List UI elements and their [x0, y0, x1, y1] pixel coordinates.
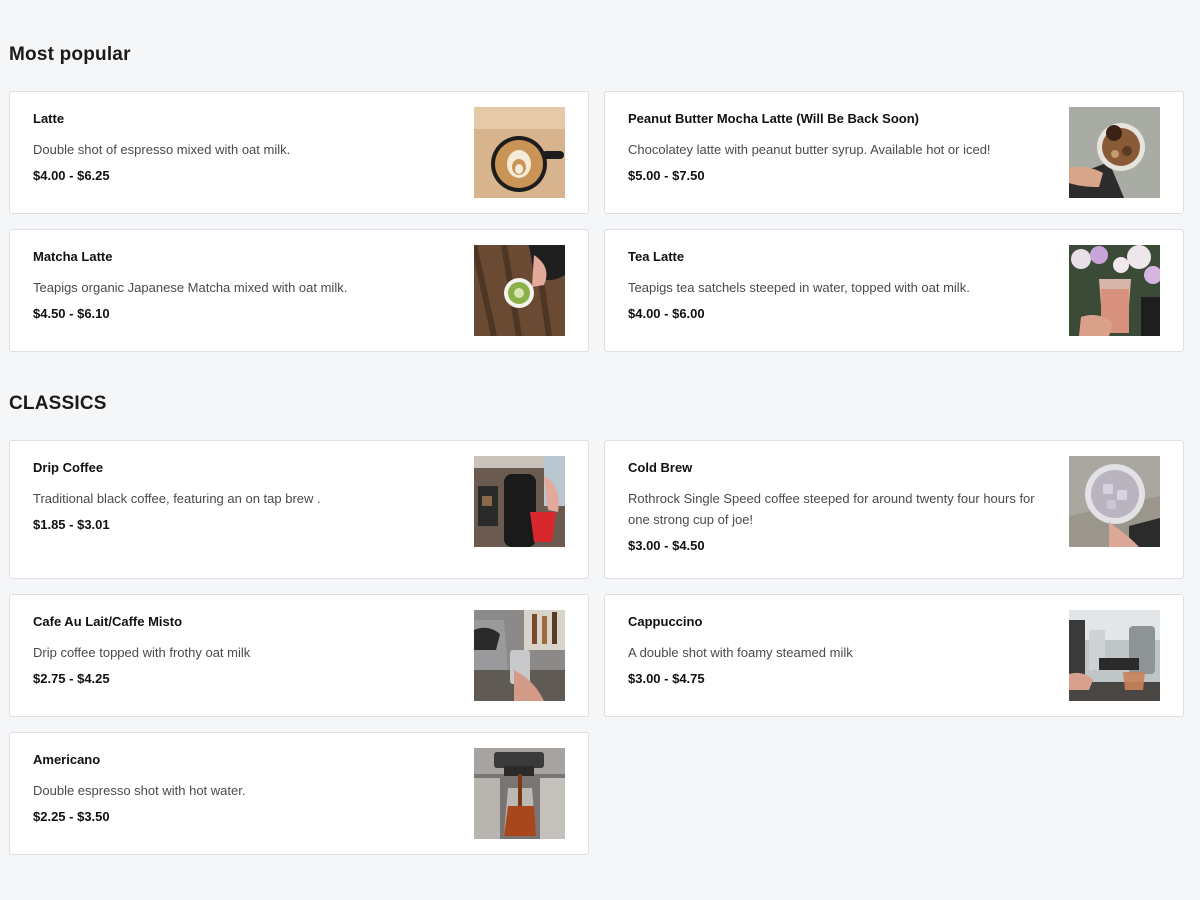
- item-photo-cappuccino: [1069, 610, 1160, 701]
- menu-item-card-latte[interactable]: Latte Double shot of espresso mixed with…: [9, 91, 589, 214]
- item-photo-matcha: [474, 245, 565, 336]
- item-description: A double shot with foamy steamed milk: [628, 645, 853, 660]
- menu-item-card-matcha-latte[interactable]: Matcha Latte Teapigs organic Japanese Ma…: [9, 229, 589, 352]
- item-price: $2.25 - $3.50: [33, 809, 110, 824]
- item-name: Americano: [33, 752, 101, 767]
- item-photo-americano: [474, 748, 565, 839]
- item-name: Cafe Au Lait/Caffe Misto: [33, 614, 183, 629]
- item-price: $4.50 - $6.10: [33, 306, 110, 321]
- item-description: Double espresso shot with hot water.: [33, 783, 246, 798]
- item-name: Latte: [33, 111, 65, 126]
- item-name: Peanut Butter Mocha Latte (Will Be Back …: [628, 111, 919, 126]
- item-photo-latte: [474, 107, 565, 198]
- item-description: Rothrock Single Speed coffee steeped for…: [628, 491, 1035, 527]
- section-title-most-popular: Most popular: [9, 44, 131, 65]
- menu-item-card-tea-latte[interactable]: Tea Latte Teapigs tea satchels steeped i…: [604, 229, 1184, 352]
- item-description: Teapigs tea satchels steeped in water, t…: [628, 280, 970, 295]
- item-price: $3.00 - $4.75: [628, 671, 705, 686]
- item-name: Cappuccino: [628, 614, 703, 629]
- item-price: $3.00 - $4.50: [628, 538, 705, 553]
- menu-item-card-cappuccino[interactable]: Cappuccino A double shot with foamy stea…: [604, 594, 1184, 717]
- item-price: $4.00 - $6.00: [628, 306, 705, 321]
- item-description: Chocolatey latte with peanut butter syru…: [628, 142, 991, 157]
- menu-item-card-americano[interactable]: Americano Double espresso shot with hot …: [9, 732, 589, 855]
- item-description: Double shot of espresso mixed with oat m…: [33, 142, 291, 157]
- menu-item-card-cafe-au-lait[interactable]: Cafe Au Lait/Caffe Misto Drip coffee top…: [9, 594, 589, 717]
- section-title-classics: CLASSICS: [9, 393, 107, 414]
- item-price: $1.85 - $3.01: [33, 517, 110, 532]
- item-name: Cold Brew: [628, 460, 693, 475]
- menu-item-card-cold-brew[interactable]: Cold Brew Rothrock Single Speed coffee s…: [604, 440, 1184, 579]
- item-photo-tea-latte: [1069, 245, 1160, 336]
- item-photo-drip-coffee: [474, 456, 565, 547]
- item-price: $4.00 - $6.25: [33, 168, 110, 183]
- item-description: Drip coffee topped with frothy oat milk: [33, 645, 251, 660]
- item-price: $5.00 - $7.50: [628, 168, 705, 183]
- item-photo-cafe-au-lait: [474, 610, 565, 701]
- item-description: Traditional black coffee, featuring an o…: [33, 491, 321, 506]
- item-price: $2.75 - $4.25: [33, 671, 110, 686]
- item-description: Teapigs organic Japanese Matcha mixed wi…: [33, 280, 348, 295]
- item-photo-cold-brew: [1069, 456, 1160, 547]
- item-name: Tea Latte: [628, 249, 685, 264]
- menu-item-card-drip-coffee[interactable]: Drip Coffee Traditional black coffee, fe…: [9, 440, 589, 579]
- item-name: Drip Coffee: [33, 460, 104, 475]
- menu-item-card-peanut-butter-mocha-latte[interactable]: Peanut Butter Mocha Latte (Will Be Back …: [604, 91, 1184, 214]
- item-name: Matcha Latte: [33, 249, 113, 264]
- item-photo-peanut-butter-mocha: [1069, 107, 1160, 198]
